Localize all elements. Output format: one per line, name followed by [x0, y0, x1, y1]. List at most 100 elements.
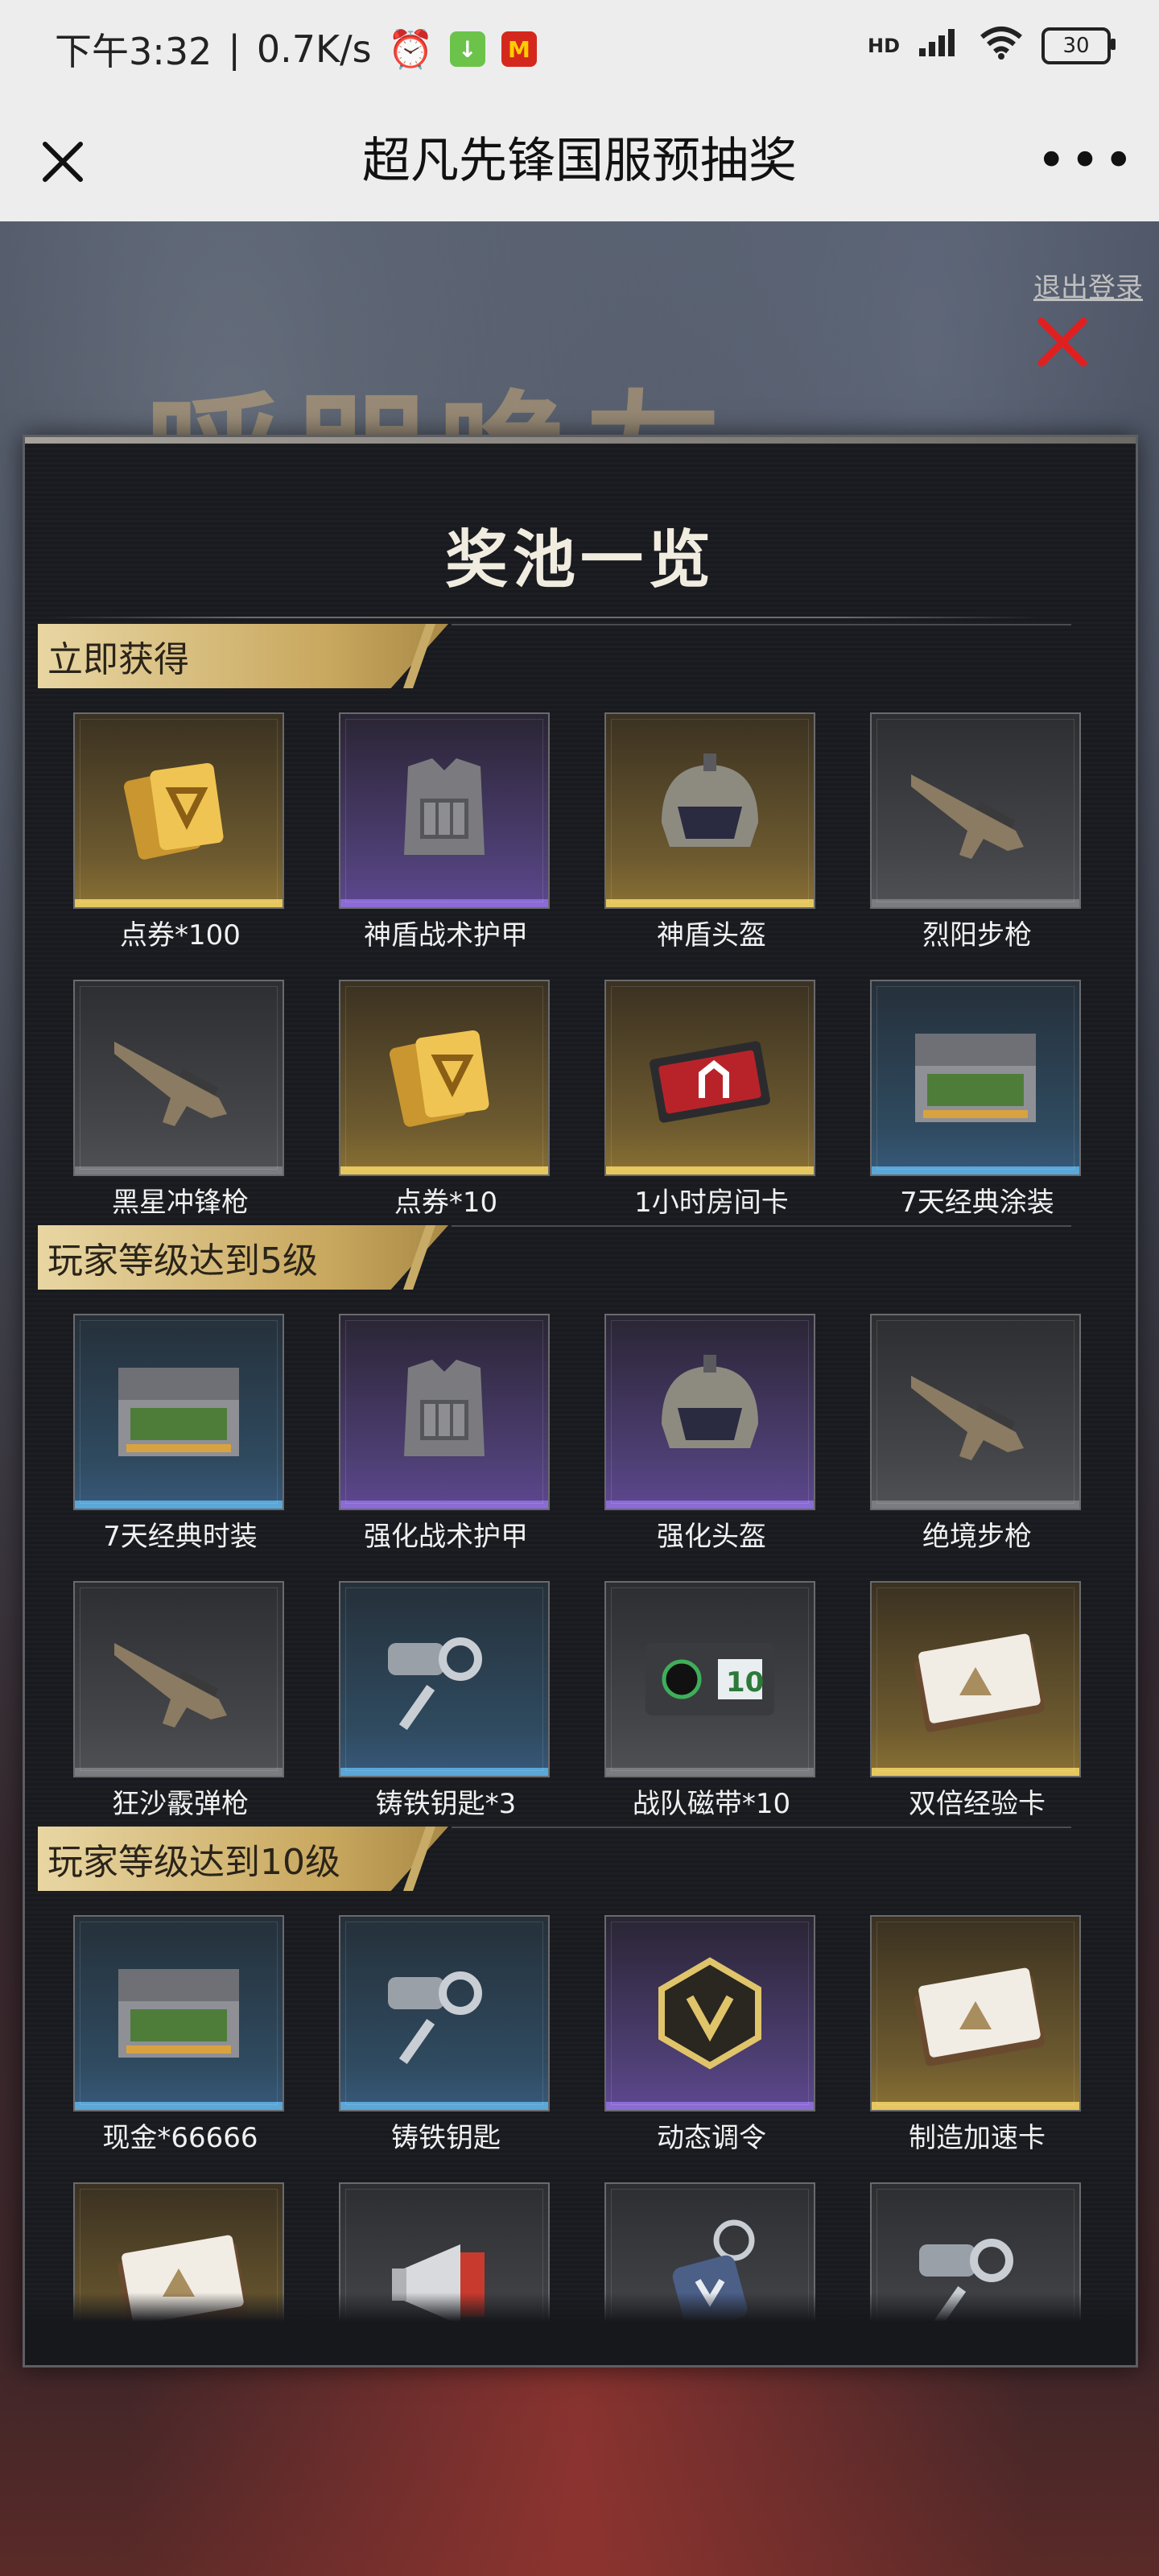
prize-item[interactable]: 7天经典时装	[73, 1314, 287, 1555]
key-icon	[340, 1607, 548, 1744]
prize-grid: 点券*100 神盾战术护甲 神盾头盔 烈阳步枪黑星冲锋枪 点券*10 1小时房间卡 7天经典…	[73, 712, 1087, 1221]
rarity-stripe	[606, 1501, 814, 1509]
status-separator: |	[228, 27, 241, 71]
panel-title: 奖池一览	[444, 524, 716, 597]
rarity-stripe	[75, 1768, 283, 1776]
gear-card-icon	[872, 1941, 1079, 2078]
mcdonalds-app-icon: M	[501, 31, 537, 67]
outfit-crate-icon	[75, 1340, 283, 1476]
prize-label: 动态调令	[657, 2122, 766, 2154]
section-header: 玩家等级达到5级	[38, 1225, 448, 1290]
prize-card: 10	[604, 1581, 815, 1777]
prize-item[interactable]: 强化头盔	[604, 1314, 819, 1555]
rarity-stripe	[606, 899, 814, 907]
prize-label: 黑星冲锋枪	[112, 1187, 249, 1219]
prize-item[interactable]: 点券*100	[73, 712, 287, 954]
room-card-icon	[606, 1005, 814, 1142]
prize-label: 1小时房间卡	[634, 1187, 789, 1219]
wifi-icon	[979, 24, 1024, 67]
prize-card	[339, 1581, 550, 1777]
logout-close-button[interactable]	[1030, 310, 1095, 374]
prize-label: 绝境步枪	[922, 1521, 1032, 1553]
prize-card	[604, 712, 815, 909]
prize-item[interactable]: 1小时房间卡	[604, 980, 819, 1221]
rarity-stripe	[606, 2102, 814, 2110]
prize-label: 制造加速卡	[909, 2122, 1046, 2154]
prize-item[interactable]: 现金*66666	[73, 1915, 287, 2157]
prize-label: 铸铁钥匙	[391, 2122, 501, 2154]
prize-item[interactable]: 绝境步枪	[870, 1314, 1084, 1555]
rifle-icon	[872, 1340, 1079, 1476]
prize-item[interactable]: 制造加速卡	[870, 1915, 1084, 2157]
prize-card	[870, 1314, 1081, 1510]
prize-item[interactable]: 铸铁钥匙	[339, 1915, 553, 2157]
more-icon: •••	[1036, 131, 1137, 191]
prize-card	[870, 1581, 1081, 1777]
smg-icon	[75, 1005, 283, 1142]
prize-item[interactable]: 神盾头盔	[604, 712, 819, 954]
panel-top-edge	[25, 437, 1136, 444]
rarity-stripe	[340, 1501, 548, 1509]
prize-label: 点券*100	[120, 919, 241, 952]
coupon-stack-icon	[75, 738, 283, 875]
prize-item[interactable]: 10 战队磁带*10	[604, 1581, 819, 1823]
prize-label: 强化战术护甲	[364, 1521, 528, 1553]
rarity-stripe	[872, 1166, 1079, 1174]
more-button[interactable]: •••	[1036, 131, 1133, 191]
prize-card	[73, 980, 284, 1176]
rarity-stripe	[872, 1501, 1079, 1509]
prize-item[interactable]: 点券*10	[339, 980, 553, 1221]
logout-link[interactable]: 退出登录	[1033, 266, 1143, 305]
rarity-stripe	[606, 1166, 814, 1174]
helmet-icon	[606, 1340, 814, 1476]
tape-icon: 10	[606, 1607, 814, 1744]
rarity-stripe	[75, 1501, 283, 1509]
prize-card	[339, 1915, 550, 2112]
prize-item[interactable]: 狂沙霰弹枪	[73, 1581, 287, 1823]
prize-item[interactable]: 神盾战术护甲	[339, 712, 553, 954]
cash-case-icon	[75, 1941, 283, 2078]
prize-card	[604, 1314, 815, 1510]
svg-text:10: 10	[726, 1666, 764, 1699]
prize-label: 狂沙霰弹枪	[112, 1788, 249, 1820]
prize-label: 烈阳步枪	[922, 919, 1032, 952]
prize-item[interactable]: 铸铁钥匙*3	[339, 1581, 553, 1823]
prize-card	[604, 980, 815, 1176]
prize-item[interactable]: 7天经典涂装	[870, 980, 1084, 1221]
prize-item[interactable]: 强化战术护甲	[339, 1314, 553, 1555]
prize-label: 7天经典时装	[103, 1521, 258, 1553]
prize-item[interactable]: 黑星冲锋枪	[73, 980, 287, 1221]
rifle-icon	[872, 738, 1079, 875]
prize-item[interactable]: 烈阳步枪	[870, 712, 1084, 954]
prize-card	[339, 1314, 550, 1510]
prize-label: 强化头盔	[657, 1521, 766, 1553]
armor-vest-icon	[340, 1340, 548, 1476]
prize-item[interactable]: 双倍经验卡	[870, 1581, 1084, 1823]
helmet-icon	[606, 738, 814, 875]
rarity-stripe	[75, 1166, 283, 1174]
prize-card	[73, 1581, 284, 1777]
rarity-stripe	[75, 2102, 283, 2110]
prize-label: 双倍经验卡	[909, 1788, 1046, 1820]
prize-label: 现金*66666	[102, 2122, 258, 2154]
prize-card	[870, 980, 1081, 1176]
section-divider	[452, 1827, 1071, 1828]
shotgun-icon	[75, 1607, 283, 1744]
prize-card	[604, 1915, 815, 2112]
rarity-stripe	[872, 2102, 1079, 2110]
download-app-icon: ↓	[449, 31, 485, 67]
prize-item[interactable]: 动态调令	[604, 1915, 819, 2157]
prize-card	[339, 712, 550, 909]
section-header: 玩家等级达到10级	[38, 1827, 448, 1891]
prize-label: 7天经典涂装	[900, 1187, 1054, 1219]
signal-icon	[918, 26, 961, 65]
prize-card	[73, 1915, 284, 2112]
status-time: 下午3:32	[55, 30, 212, 73]
prize-card	[73, 1314, 284, 1510]
rarity-stripe	[872, 1768, 1079, 1776]
section-header: 立即获得	[38, 624, 448, 688]
rarity-stripe	[340, 2102, 548, 2110]
prize-pool-panel: 奖池一览 立即获得点券*100 神盾战术护甲 神盾头盔 烈阳步枪黑星冲锋枪 点券*10 1…	[23, 435, 1138, 2368]
armor-vest-icon	[340, 738, 548, 875]
prize-card	[339, 980, 550, 1176]
